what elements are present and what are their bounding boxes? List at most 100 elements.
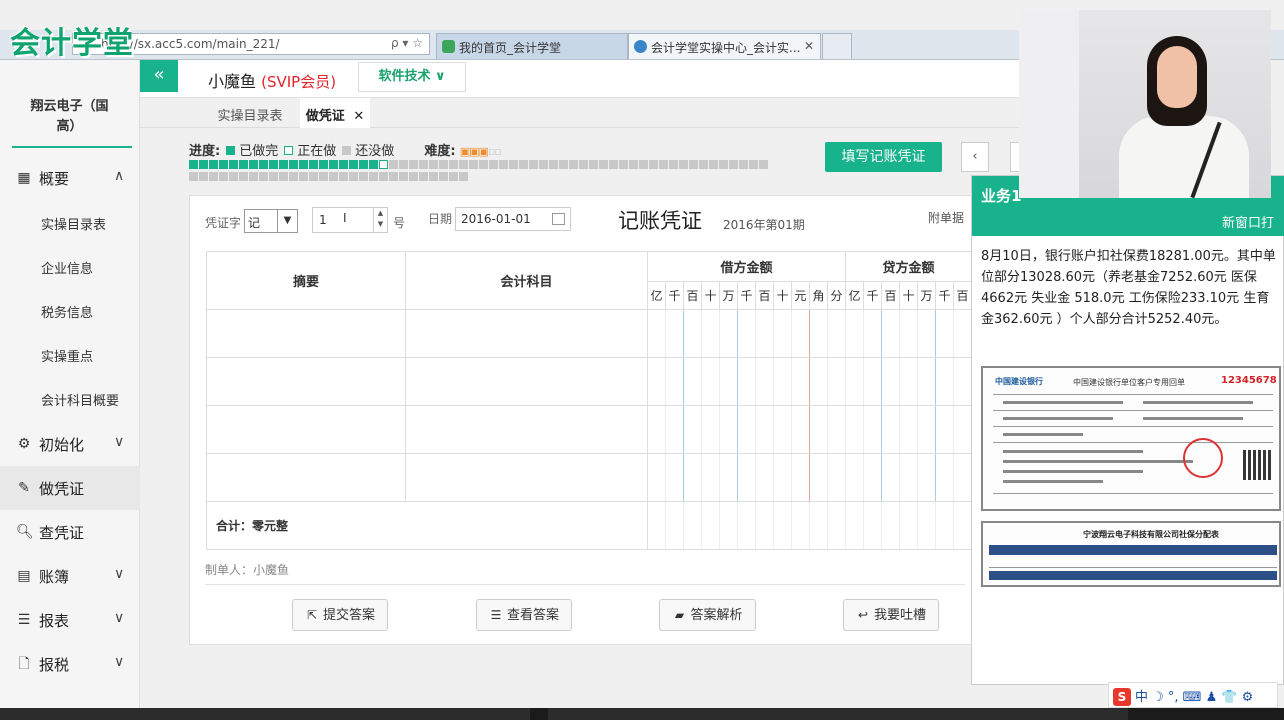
debit-digit-cell[interactable]: [773, 357, 792, 406]
progress-cell[interactable]: [419, 160, 428, 169]
debit-digit-cell[interactable]: [701, 357, 720, 406]
sidebar-sub-tax-info[interactable]: 税务信息: [41, 302, 93, 321]
progress-cell[interactable]: [409, 160, 418, 169]
social-security-table-image[interactable]: 宁波翔云电子科技有限公司社保分配表: [981, 521, 1281, 587]
tab-make-voucher[interactable]: 做凭证 ✕: [300, 98, 370, 128]
debit-digit-cell[interactable]: [773, 405, 792, 454]
progress-cell[interactable]: [399, 160, 408, 169]
credit-digit-cell[interactable]: [845, 357, 864, 406]
progress-cell[interactable]: [189, 160, 198, 169]
progress-cell[interactable]: [399, 172, 408, 181]
progress-cell[interactable]: [429, 172, 438, 181]
voucher-word-select[interactable]: 记 ▼: [244, 209, 298, 233]
debit-digit-cell[interactable]: [773, 309, 792, 358]
account-cell[interactable]: [405, 309, 648, 358]
progress-cell[interactable]: [729, 160, 738, 169]
ime-toolbar[interactable]: S 中 ☽ °, ⌨ ♟ 👕 ⚙: [1108, 682, 1278, 708]
credit-digit-cell[interactable]: [953, 357, 972, 406]
debit-digit-cell[interactable]: [683, 453, 702, 502]
progress-cell[interactable]: [429, 160, 438, 169]
progress-cell[interactable]: [759, 160, 768, 169]
credit-digit-cell[interactable]: [899, 405, 918, 454]
progress-cell[interactable]: [239, 160, 248, 169]
debit-digit-cell[interactable]: [737, 309, 756, 358]
credit-digit-cell[interactable]: [899, 453, 918, 502]
debit-digit-cell[interactable]: [827, 309, 846, 358]
progress-cell[interactable]: [309, 172, 318, 181]
debit-digit-cell[interactable]: [755, 405, 774, 454]
debit-digit-cell[interactable]: [773, 453, 792, 502]
progress-cell[interactable]: [719, 160, 728, 169]
credit-digit-cell[interactable]: [881, 357, 900, 406]
progress-cell[interactable]: [669, 160, 678, 169]
progress-cell[interactable]: [499, 160, 508, 169]
progress-cell[interactable]: [289, 172, 298, 181]
debit-digit-cell[interactable]: [719, 309, 738, 358]
progress-cell[interactable]: [439, 172, 448, 181]
address-tools-icon[interactable]: ρ ▾ ☆: [391, 36, 423, 50]
close-tab-icon[interactable]: ✕: [353, 109, 364, 124]
progress-cell[interactable]: [279, 160, 288, 169]
video-progress-bar[interactable]: [0, 708, 1284, 720]
progress-cell[interactable]: [379, 172, 388, 181]
credit-digit-cell[interactable]: [917, 357, 936, 406]
progress-cell[interactable]: [439, 160, 448, 169]
credit-digit-cell[interactable]: [953, 453, 972, 502]
progress-cell[interactable]: [259, 160, 268, 169]
credit-digit-cell[interactable]: [881, 405, 900, 454]
debit-digit-cell[interactable]: [701, 309, 720, 358]
progress-cell[interactable]: [259, 172, 268, 181]
debit-digit-cell[interactable]: [683, 405, 702, 454]
new-window-link[interactable]: 新窗口打: [1222, 212, 1274, 231]
browser-tab-practice[interactable]: 会计学堂实操中心_会计实... ✕: [628, 33, 821, 59]
debit-digit-cell[interactable]: [827, 405, 846, 454]
sidebar-sub-key-points[interactable]: 实操重点: [41, 346, 93, 365]
debit-digit-cell[interactable]: [809, 453, 828, 502]
progress-cell[interactable]: [199, 172, 208, 181]
debit-digit-cell[interactable]: [647, 405, 666, 454]
progress-cell[interactable]: [229, 160, 238, 169]
debit-digit-cell[interactable]: [737, 453, 756, 502]
credit-digit-cell[interactable]: [845, 309, 864, 358]
debit-digit-cell[interactable]: [791, 453, 810, 502]
credit-digit-cell[interactable]: [935, 453, 954, 502]
progress-cell[interactable]: [559, 160, 568, 169]
credit-digit-cell[interactable]: [863, 309, 882, 358]
debit-digit-cell[interactable]: [809, 405, 828, 454]
sidebar-item-report[interactable]: ☰ 报表 ∨: [0, 598, 140, 642]
progress-cell[interactable]: [369, 172, 378, 181]
progress-cell[interactable]: [569, 160, 578, 169]
credit-digit-cell[interactable]: [899, 309, 918, 358]
progress-cell[interactable]: [549, 160, 558, 169]
account-cell[interactable]: [405, 357, 648, 406]
debit-digit-cell[interactable]: [755, 309, 774, 358]
credit-digit-cell[interactable]: [917, 405, 936, 454]
debit-digit-cell[interactable]: [719, 405, 738, 454]
progress-cell[interactable]: [409, 172, 418, 181]
debit-digit-cell[interactable]: [737, 357, 756, 406]
debit-digit-cell[interactable]: [665, 309, 684, 358]
progress-cell[interactable]: [329, 172, 338, 181]
software-tech-dropdown[interactable]: 软件技术 ∨: [358, 62, 466, 92]
debit-digit-cell[interactable]: [791, 405, 810, 454]
debit-digit-cell[interactable]: [755, 453, 774, 502]
progress-cell[interactable]: [449, 160, 458, 169]
debit-digit-cell[interactable]: [647, 453, 666, 502]
progress-cell[interactable]: [299, 172, 308, 181]
progress-cell[interactable]: [489, 160, 498, 169]
debit-digit-cell[interactable]: [827, 357, 846, 406]
credit-digit-cell[interactable]: [935, 357, 954, 406]
progress-cell[interactable]: [529, 160, 538, 169]
credit-digit-cell[interactable]: [935, 405, 954, 454]
progress-cell[interactable]: [389, 172, 398, 181]
progress-cell[interactable]: [339, 160, 348, 169]
progress-cell[interactable]: [639, 160, 648, 169]
sidebar-item-query-voucher[interactable]: 🔍︎ 查凭证: [0, 510, 140, 554]
credit-digit-cell[interactable]: [917, 453, 936, 502]
credit-digit-cell[interactable]: [881, 453, 900, 502]
progress-cell[interactable]: [369, 160, 378, 169]
progress-cell[interactable]: [329, 160, 338, 169]
submit-answer-button[interactable]: ⇱ 提交答案: [292, 599, 388, 631]
sidebar-sub-catalog[interactable]: 实操目录表: [41, 214, 106, 233]
account-cell[interactable]: [405, 453, 648, 502]
